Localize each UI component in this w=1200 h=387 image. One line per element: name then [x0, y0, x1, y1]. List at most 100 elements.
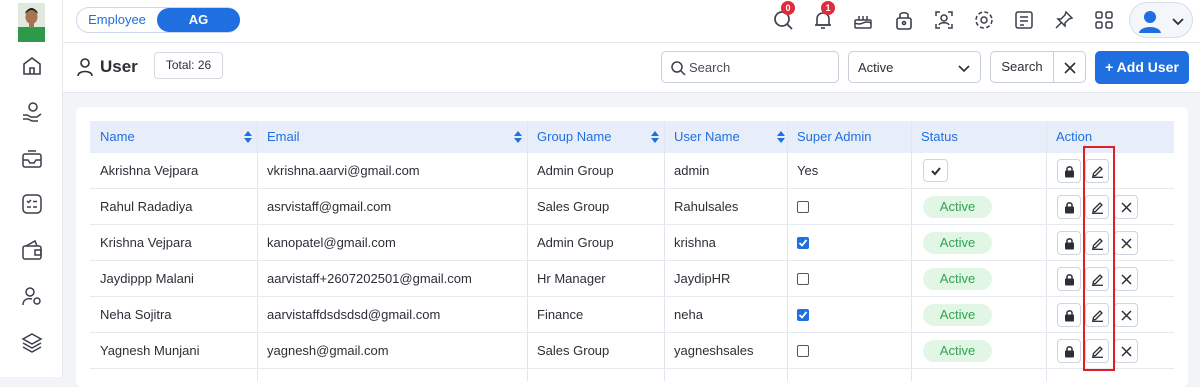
user-outline-icon	[76, 57, 94, 77]
table-row: Neha Sojitra aarvistaffdsdsdsd@gmail.com…	[90, 297, 1174, 333]
lock-button[interactable]	[1057, 231, 1081, 255]
bell-icon[interactable]: 1	[811, 1, 835, 32]
header-username[interactable]: User Name	[674, 121, 740, 153]
clear-search-button[interactable]	[1053, 51, 1086, 83]
delete-button[interactable]	[1114, 195, 1138, 219]
lock-button[interactable]	[1057, 339, 1081, 363]
header-super-admin: Super Admin	[797, 129, 872, 144]
search-input[interactable]: Search	[661, 51, 839, 83]
cell-username: krishna	[674, 235, 716, 250]
company-toggle[interactable]: Employee AG	[76, 7, 240, 33]
table-row: Rahul Radadiya asrvistaff@gmail.com Sale…	[90, 189, 1174, 225]
close-icon	[1063, 61, 1077, 75]
lock-button[interactable]	[1057, 303, 1081, 327]
cell-name: Krishna Vejpara	[100, 235, 192, 250]
cell-username: Rahulsales	[674, 199, 739, 214]
super-admin-checkbox[interactable]	[797, 237, 809, 249]
super-admin-checkbox[interactable]	[797, 273, 809, 285]
sort-icon[interactable]	[244, 131, 252, 143]
sidebar	[0, 0, 63, 377]
cell-super-admin: Yes	[797, 163, 819, 178]
toggle-ag[interactable]: AG	[157, 8, 240, 32]
header-status: Status	[921, 129, 958, 144]
gear-icon[interactable]	[972, 8, 996, 32]
lock-icon[interactable]	[892, 8, 916, 32]
search-placeholder: Search	[689, 60, 731, 75]
profile-menu[interactable]	[1129, 2, 1193, 38]
add-user-button[interactable]: + Add User	[1095, 51, 1189, 84]
user-photo[interactable]	[18, 3, 45, 42]
delete-button[interactable]	[1114, 267, 1138, 291]
status-select[interactable]: Active	[848, 51, 981, 83]
lock-button[interactable]	[1057, 195, 1081, 219]
wallet-icon[interactable]	[20, 238, 44, 262]
lock-button[interactable]	[1057, 267, 1081, 291]
check-icon	[930, 165, 942, 177]
table-row: Jaydippp Malani aarvistaff+2607202501@gm…	[90, 261, 1174, 297]
table-header: Name Email Group Name User Name Super Ad…	[90, 121, 1174, 153]
lock-icon	[1063, 273, 1076, 286]
search-badge: 0	[781, 1, 795, 15]
user-settings-icon[interactable]	[20, 284, 44, 308]
delete-button[interactable]	[1114, 303, 1138, 327]
sort-icon[interactable]	[514, 131, 522, 143]
cell-email: aarvistaffdsdsdsd@gmail.com	[267, 307, 441, 322]
select-chevron-icon	[957, 61, 971, 75]
money-hand-icon[interactable]	[20, 100, 44, 124]
page-header: User Total: 26 Search Active Search + Ad…	[63, 43, 1200, 93]
cell-username: neha	[674, 307, 703, 322]
table-row: Krishna Vejpara kanopatel@gmail.com Admi…	[90, 225, 1174, 261]
cell-email: asrvistaff@gmail.com	[267, 199, 392, 214]
users-card: Name Email Group Name User Name Super Ad…	[76, 107, 1188, 387]
status-check-button[interactable]	[923, 159, 948, 182]
cell-email: kanopatel@gmail.com	[267, 235, 396, 250]
cell-group: Sales Group	[537, 199, 610, 214]
total-count: Total: 26	[154, 52, 223, 79]
status-badge: Active	[923, 304, 992, 326]
search-button[interactable]: Search	[990, 51, 1054, 83]
face-scan-icon[interactable]	[932, 8, 956, 32]
super-admin-checkbox[interactable]	[797, 201, 809, 213]
lock-icon	[1063, 165, 1076, 178]
grid-icon[interactable]	[1092, 8, 1116, 32]
pin-icon[interactable]	[1052, 8, 1076, 32]
cell-group: Admin Group	[537, 235, 614, 250]
cell-name: Neha Sojitra	[100, 307, 172, 322]
edit-column-highlight	[1083, 146, 1115, 371]
super-admin-checkbox[interactable]	[797, 345, 809, 357]
cell-email: aarvistaff+2607202501@gmail.com	[267, 271, 472, 286]
lock-icon	[1063, 345, 1076, 358]
search-field-icon	[670, 60, 686, 76]
header-name[interactable]: Name	[100, 121, 135, 153]
chevron-down-icon	[1170, 13, 1186, 29]
cell-email: yagnesh@gmail.com	[267, 343, 389, 358]
search-icon[interactable]: 0	[771, 1, 795, 32]
notes-icon[interactable]	[1012, 8, 1036, 32]
user-icon	[1136, 7, 1164, 35]
cell-group: Admin Group	[537, 163, 614, 178]
lock-button[interactable]	[1057, 159, 1081, 183]
cell-name: Rahul Radadiya	[100, 199, 193, 214]
inbox-icon[interactable]	[20, 146, 44, 170]
checklist-icon[interactable]	[20, 192, 44, 216]
sort-icon[interactable]	[651, 131, 659, 143]
status-badge: Active	[923, 196, 992, 218]
delete-button[interactable]	[1114, 339, 1138, 363]
super-admin-checkbox[interactable]	[797, 309, 809, 321]
cell-username: JaydipHR	[674, 271, 731, 286]
status-badge: Active	[923, 340, 992, 362]
header-email[interactable]: Email	[267, 121, 300, 153]
header-group[interactable]: Group Name	[537, 121, 611, 153]
toggle-employee[interactable]: Employee	[77, 8, 157, 32]
notification-badge: 1	[821, 1, 835, 15]
close-icon	[1120, 309, 1133, 322]
close-icon	[1120, 345, 1133, 358]
cake-icon[interactable]	[851, 8, 875, 32]
delete-button[interactable]	[1114, 231, 1138, 255]
status-select-value: Active	[858, 60, 894, 75]
layers-icon[interactable]	[20, 330, 44, 354]
topbar: Employee AG 0 1	[63, 0, 1200, 43]
cell-name: Yagnesh Munjani	[100, 343, 200, 358]
home-icon[interactable]	[20, 54, 44, 78]
sort-icon[interactable]	[777, 131, 785, 143]
